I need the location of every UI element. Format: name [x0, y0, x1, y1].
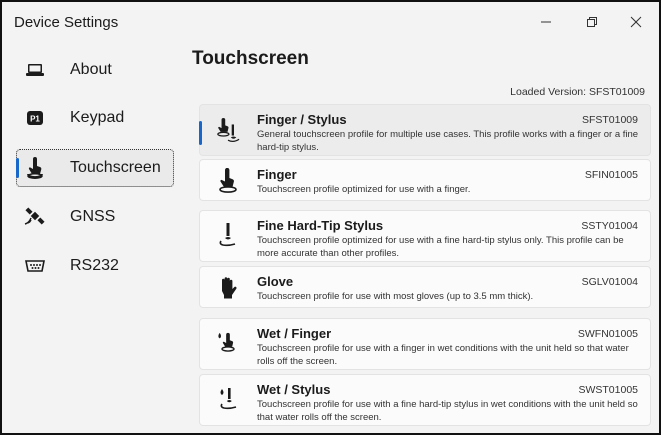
- profile-code: SWFN01005: [577, 328, 638, 340]
- profile-card-finger[interactable]: Finger SFIN01005 Touchscreen profile opt…: [199, 159, 651, 201]
- main-content: Touchscreen Loaded Version: SFST01009 Fi…: [182, 42, 659, 433]
- profile-code: SSTY01004: [581, 220, 638, 232]
- profile-description: Touchscreen profile optimized for use wi…: [257, 235, 624, 259]
- profile-description: General touchscreen profile for multiple…: [257, 129, 639, 153]
- window-title: Device Settings: [14, 14, 119, 31]
- profile-name: Wet / Finger: [257, 326, 332, 341]
- glove-icon: [216, 275, 240, 301]
- finger-touch-icon: [216, 168, 240, 194]
- sidebar-item-touchscreen[interactable]: Touchscreen: [16, 149, 174, 187]
- profile-description: Touchscreen profile for use with a finge…: [257, 343, 629, 367]
- sidebar-item-label: Touchscreen: [70, 159, 161, 176]
- serial-port-icon: [24, 255, 46, 277]
- sidebar-item-about[interactable]: About: [16, 51, 174, 89]
- sidebar-item-label: About: [70, 61, 112, 78]
- sidebar-item-label: GNSS: [70, 208, 116, 225]
- sidebar-item-gnss[interactable]: GNSS: [16, 198, 174, 236]
- sidebar-nav: About P1 Keypad Touchscreen GNSS RS232: [2, 42, 182, 433]
- svg-text:P1: P1: [30, 115, 40, 124]
- profile-code: SGLV01004: [581, 276, 638, 288]
- close-button[interactable]: [616, 8, 656, 36]
- close-icon: [630, 16, 642, 28]
- maximize-button[interactable]: [572, 8, 612, 36]
- profile-name: Glove: [257, 274, 294, 289]
- stylus-icon: [216, 222, 240, 248]
- profile-name: Wet / Stylus: [257, 382, 331, 397]
- profile-description: Touchscreen profile for use with most gl…: [257, 291, 534, 302]
- minimize-icon: [541, 21, 551, 23]
- profile-card-finger-stylus[interactable]: Finger / Stylus SFST01009 General touchs…: [199, 104, 651, 156]
- profile-code: SFST01009: [581, 114, 638, 126]
- laptop-icon: [24, 59, 46, 81]
- profile-card-wet-finger[interactable]: Wet / Finger SWFN01005 Touchscreen profi…: [199, 318, 651, 370]
- keypad-p1-icon: P1: [24, 107, 46, 129]
- profile-card-fine-stylus[interactable]: Fine Hard-Tip Stylus SSTY01004 Touchscre…: [199, 210, 651, 262]
- profile-code: SWST01005: [578, 384, 638, 396]
- profile-description: Touchscreen profile for use with a fine …: [257, 399, 638, 423]
- loaded-version-text: Loaded Version: SFST01009: [510, 86, 645, 98]
- sidebar-item-label: RS232: [70, 257, 119, 274]
- device-settings-window: Device Settings About P1 Keypad Touchscr…: [0, 0, 661, 435]
- wet-finger-icon: [216, 330, 240, 356]
- sidebar-item-rs232[interactable]: RS232: [16, 247, 174, 285]
- page-title: Touchscreen: [192, 48, 309, 69]
- profile-name: Fine Hard-Tip Stylus: [257, 218, 384, 233]
- satellite-icon: [24, 206, 46, 228]
- maximize-icon: [587, 17, 597, 27]
- profile-name: Finger / Stylus: [257, 112, 347, 127]
- touch-finger-icon: [24, 157, 46, 179]
- profile-code: SFIN01005: [584, 169, 638, 181]
- wet-stylus-icon: [216, 386, 240, 412]
- minimize-button[interactable]: [526, 8, 566, 36]
- profile-card-glove[interactable]: Glove SGLV01004 Touchscreen profile for …: [199, 266, 651, 308]
- title-bar: Device Settings: [2, 2, 659, 42]
- profile-description: Touchscreen profile optimized for use wi…: [257, 184, 471, 195]
- finger-stylus-icon: [216, 117, 240, 143]
- sidebar-item-keypad[interactable]: P1 Keypad: [16, 99, 174, 137]
- profile-name: Finger: [257, 167, 297, 182]
- sidebar-item-label: Keypad: [70, 109, 125, 126]
- profile-card-wet-stylus[interactable]: Wet / Stylus SWST01005 Touchscreen profi…: [199, 374, 651, 426]
